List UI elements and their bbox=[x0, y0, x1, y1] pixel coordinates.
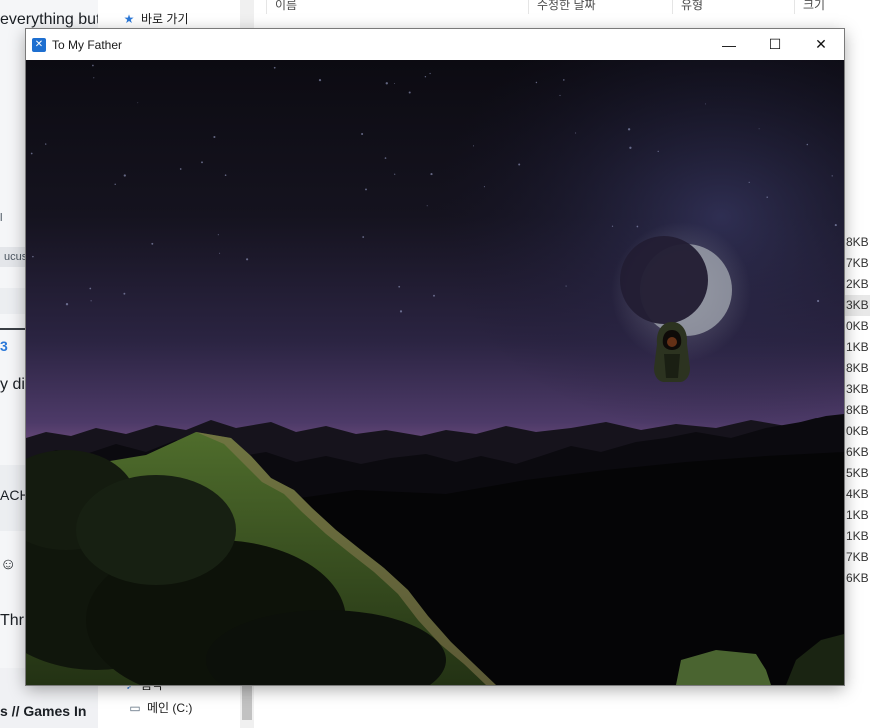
app-icon: ✕ bbox=[32, 37, 46, 52]
star-icon: ★ bbox=[123, 12, 135, 26]
file-size-cell: 1KB bbox=[846, 340, 869, 354]
column-header-modified[interactable]: 수정한 날짜 bbox=[528, 0, 596, 14]
nav-item-quick-access[interactable]: ★ 바로 가기 bbox=[122, 10, 189, 27]
file-size-cell: 4KB bbox=[846, 487, 869, 501]
file-size-cell: 8KB bbox=[846, 235, 869, 249]
page-text-fragment[interactable]: Thr bbox=[0, 612, 24, 630]
file-size-cell: 8KB bbox=[846, 361, 869, 375]
hooded-character-sprite bbox=[654, 322, 690, 382]
minimize-button[interactable]: — bbox=[706, 29, 752, 60]
emoji-icon[interactable]: ☺ bbox=[0, 556, 16, 574]
close-button[interactable]: ✕ bbox=[798, 29, 844, 60]
page-text-fragment: l bbox=[0, 212, 3, 224]
page-text-fragment: 3 bbox=[0, 338, 8, 354]
file-size-cell: 2KB bbox=[846, 277, 869, 291]
file-size-cell: 0KB bbox=[846, 319, 869, 333]
column-header-size[interactable]: 크기 bbox=[794, 0, 825, 14]
file-size-cell: 1KB bbox=[846, 508, 869, 522]
game-window: ✕ To My Father — ☐ ✕ bbox=[26, 29, 844, 685]
file-size-cell: 5KB bbox=[846, 466, 869, 480]
breadcrumb-fragment[interactable]: s // Games In bbox=[0, 703, 86, 719]
file-size-cell: 6KB bbox=[846, 571, 869, 585]
file-size-cell: 1KB bbox=[846, 529, 869, 543]
file-size-cell: 3KB bbox=[846, 298, 869, 312]
game-window-titlebar[interactable]: ✕ To My Father — ☐ ✕ bbox=[26, 29, 844, 60]
file-size-cell: 0KB bbox=[846, 424, 869, 438]
maximize-button[interactable]: ☐ bbox=[752, 29, 798, 60]
moon-shadow bbox=[620, 236, 708, 324]
column-header-type[interactable]: 유형 bbox=[672, 0, 703, 14]
page-text-fragment: everything but bbox=[0, 11, 98, 28]
column-header-name[interactable]: 이름 bbox=[266, 0, 297, 14]
game-window-title: To My Father bbox=[52, 37, 123, 52]
file-size-cell: 3KB bbox=[846, 382, 869, 396]
file-size-cell: 7KB bbox=[846, 550, 869, 564]
nav-item-drive-c[interactable]: ▭ 메인 (C:) bbox=[128, 699, 192, 716]
file-size-cell: 6KB bbox=[846, 445, 869, 459]
file-size-cell: 7KB bbox=[846, 256, 869, 270]
game-scene bbox=[26, 60, 844, 685]
drive-icon: ▭ bbox=[129, 701, 141, 715]
game-viewport[interactable] bbox=[26, 60, 844, 685]
file-size-cell: 8KB bbox=[846, 403, 869, 417]
